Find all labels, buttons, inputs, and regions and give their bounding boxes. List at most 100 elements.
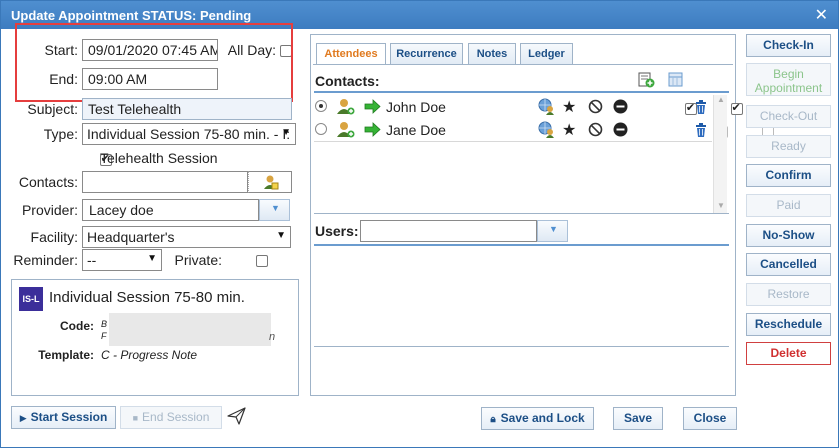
template-label: Template: — [38, 348, 94, 362]
check-out-button[interactable]: Check-Out — [746, 105, 831, 128]
code-label: Code: — [60, 319, 94, 333]
chevron-down-icon: ▼ — [276, 230, 286, 241]
subject-label: Subject: — [27, 101, 78, 117]
template-value: C - Progress Note — [101, 348, 198, 362]
appointment-dialog: Update Appointment STATUS: Pending ✕ Sta… — [0, 0, 839, 448]
tab-ledger[interactable]: Ledger — [520, 43, 573, 65]
contacts-picker-button[interactable] — [248, 171, 292, 193]
add-contact-icon[interactable] — [337, 98, 355, 115]
provider-label: Provider: — [21, 202, 78, 218]
close-button[interactable]: Close — [683, 407, 737, 430]
begin-appointment-button[interactable]: Begin Appointment — [746, 63, 831, 96]
subject-input[interactable]: Test Telehealth — [82, 98, 292, 120]
session-card: IS-L Individual Session 75-80 min. Code:… — [11, 279, 299, 396]
allday-label: All Day: — [227, 42, 276, 58]
paid-button[interactable]: Paid — [746, 194, 831, 217]
attendee-name-john: John Doe — [386, 99, 446, 115]
private-label: Private: — [174, 252, 222, 268]
highlight-annotation-box — [15, 23, 293, 102]
type-select-value: Individual Session 75-80 min. - I: — [87, 126, 291, 142]
star-icon[interactable]: ★ — [562, 97, 576, 117]
chevron-down-icon: ▼ — [271, 203, 280, 213]
end-time-input[interactable]: 09:00 AM — [82, 68, 218, 90]
tab-recurrence[interactable]: Recurrence — [390, 43, 463, 65]
reminder-select-value: -- — [87, 252, 97, 268]
users-dropdown-button[interactable]: ▼ — [537, 220, 568, 242]
end-session-button[interactable]: ■ End Session — [120, 406, 222, 429]
globe-user-icon[interactable] — [538, 98, 555, 115]
no-show-button[interactable]: No-Show — [746, 224, 831, 247]
chevron-down-icon: ▼ — [147, 253, 157, 264]
arrow-right-icon[interactable] — [364, 99, 381, 114]
chevron-down-icon: ▼ — [549, 224, 558, 234]
users-label: Users: — [315, 223, 359, 239]
attendee-radio-john[interactable] — [315, 100, 327, 112]
save-and-lock-label: Save and Lock — [500, 411, 585, 425]
attendee-contacts-header: Contacts: — [315, 73, 380, 89]
facility-select-value: Headquarter's — [87, 229, 175, 245]
restore-button[interactable]: Restore — [746, 283, 831, 306]
allday-checkbox[interactable] — [280, 44, 292, 57]
scroll-down-icon[interactable]: ▼ — [717, 201, 725, 210]
code-value-tail: n — [269, 331, 276, 343]
contact-picker-icon — [264, 175, 279, 190]
facility-select[interactable]: Headquarter's ▼ — [82, 226, 291, 248]
play-icon: ▶ — [19, 413, 27, 423]
remove-icon[interactable] — [613, 122, 628, 137]
provider-dropdown-button[interactable]: ▼ — [259, 199, 290, 221]
delete-button[interactable]: Delete — [746, 342, 831, 365]
attendee-row-divider — [314, 141, 712, 142]
users-list-bottom-rule — [314, 346, 729, 347]
trash-icon[interactable] — [695, 100, 707, 114]
code-value-line2: F — [101, 331, 107, 341]
session-title: Individual Session 75-80 min. — [49, 289, 245, 306]
no-show-icon[interactable] — [588, 122, 603, 137]
contacts-list-bottom-rule — [314, 213, 729, 214]
attendee-check2-john[interactable] — [730, 101, 743, 115]
users-header-rule — [314, 244, 729, 246]
tab-notes[interactable]: Notes — [468, 43, 516, 65]
title-bar: Update Appointment STATUS: Pending ✕ — [1, 1, 838, 29]
globe-user-icon[interactable] — [538, 121, 555, 138]
ready-button[interactable]: Ready — [746, 135, 831, 158]
star-icon[interactable]: ★ — [562, 120, 576, 140]
users-input[interactable] — [360, 220, 537, 242]
contacts-input[interactable] — [82, 171, 248, 193]
redacted-code-block — [109, 313, 271, 346]
attendees-scrollbar[interactable]: ▲ ▼ — [713, 95, 727, 213]
provider-input[interactable]: Lacey doe — [82, 199, 259, 221]
close-icon[interactable]: ✕ — [815, 5, 828, 25]
calendar-icon[interactable] — [668, 72, 683, 87]
send-icon[interactable] — [227, 407, 246, 425]
arrow-right-icon[interactable] — [364, 122, 381, 137]
cancelled-button[interactable]: Cancelled — [746, 253, 831, 276]
start-label: Start: — [44, 42, 78, 58]
check-in-button[interactable]: Check-In — [746, 34, 831, 57]
tab-divider — [313, 64, 733, 65]
add-note-icon[interactable] — [638, 71, 655, 88]
save-button[interactable]: Save — [613, 407, 663, 430]
dialog-title: Update Appointment STATUS: Pending — [11, 8, 252, 23]
save-and-lock-button[interactable]: 🔒︎ Save and Lock — [481, 407, 594, 430]
confirm-button[interactable]: Confirm — [746, 164, 831, 187]
private-checkbox[interactable] — [256, 254, 269, 267]
contacts-label: Contacts: — [18, 174, 78, 190]
start-session-button[interactable]: ▶ Start Session — [11, 406, 116, 429]
reminder-select[interactable]: -- ▼ — [82, 249, 162, 271]
tab-attendees[interactable]: Attendees — [316, 43, 386, 65]
reschedule-button[interactable]: Reschedule — [746, 313, 831, 336]
facility-label: Facility: — [30, 229, 78, 245]
attendee-radio-jane[interactable] — [315, 123, 327, 135]
no-show-icon[interactable] — [588, 99, 603, 114]
type-select[interactable]: Individual Session 75-80 min. - I: ▼ — [82, 123, 296, 145]
start-datetime-input[interactable]: 09/01/2020 07:45 AM — [82, 39, 218, 61]
contacts-header-rule — [314, 91, 729, 93]
scroll-up-icon[interactable]: ▲ — [717, 95, 725, 104]
trash-icon[interactable] — [695, 123, 707, 137]
code-value-line1: B — [101, 319, 108, 329]
remove-icon[interactable] — [613, 99, 628, 114]
add-contact-icon[interactable] — [337, 121, 355, 138]
chevron-down-icon: ▼ — [281, 127, 291, 138]
end-label: End: — [49, 71, 78, 87]
telehealth-label: Telehealth Session — [100, 150, 218, 166]
